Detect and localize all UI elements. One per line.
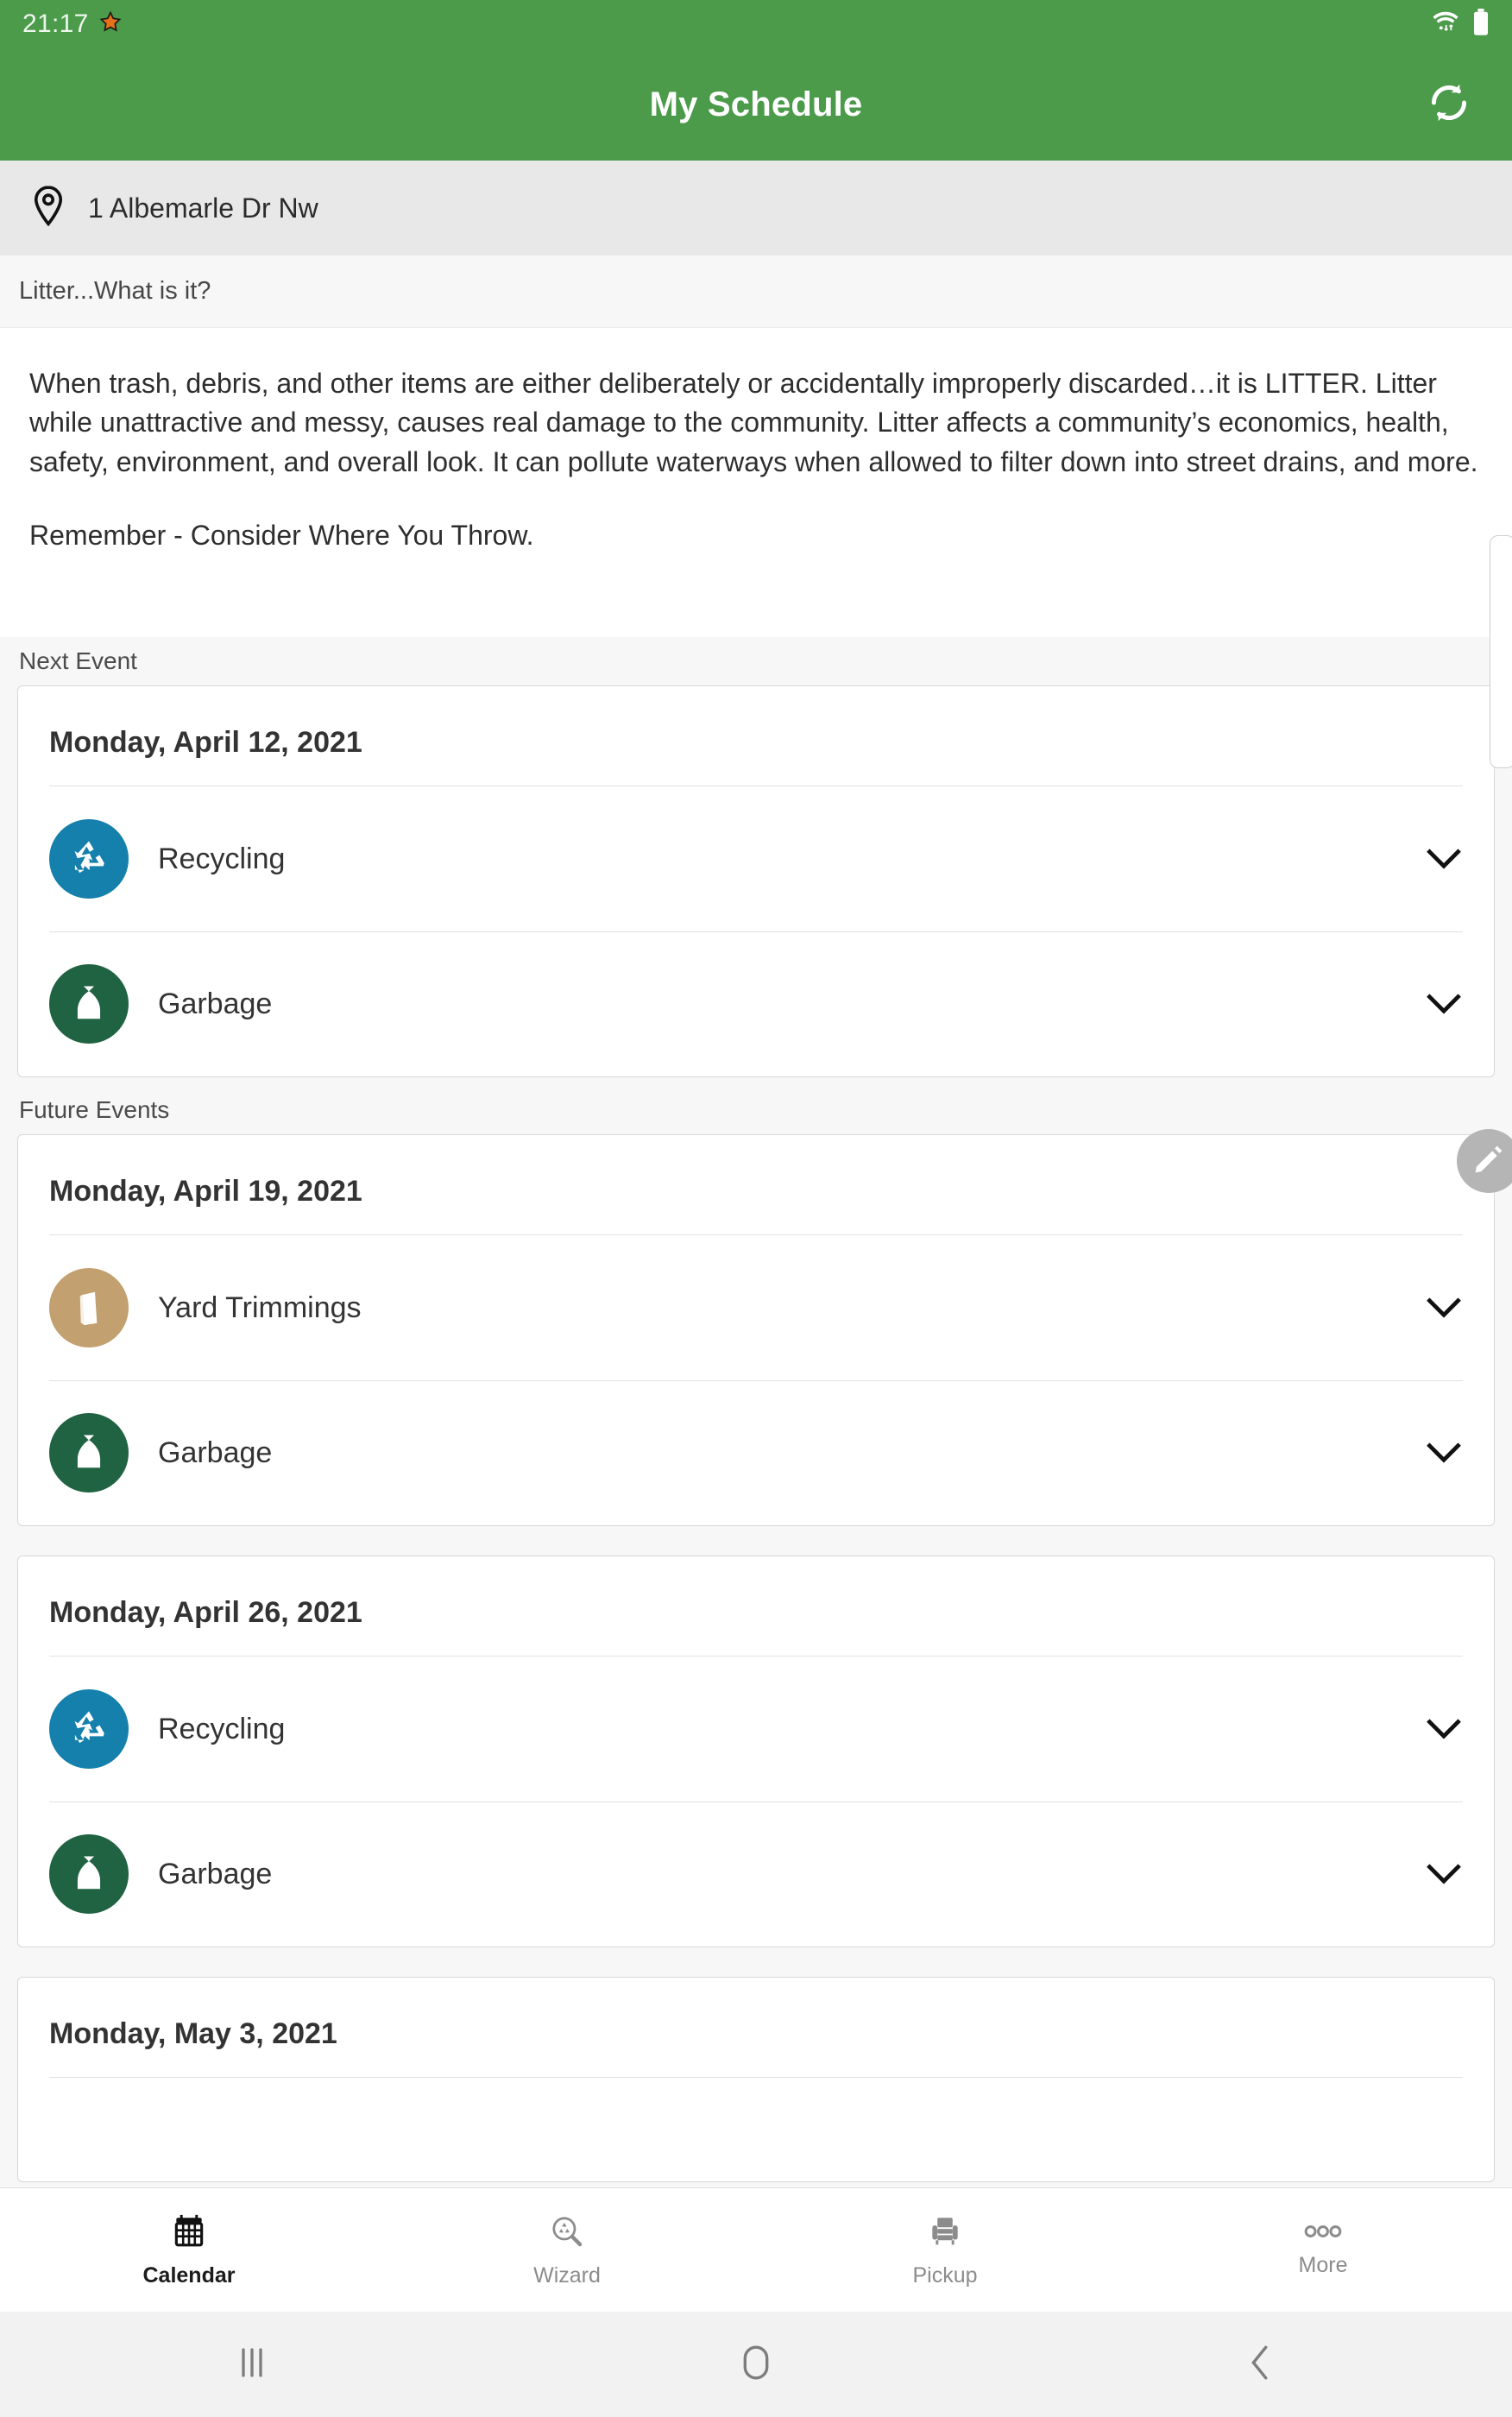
chevron-down-icon[interactable] xyxy=(1425,1861,1463,1887)
status-bar: 21:17 xyxy=(0,0,1512,48)
refresh-button[interactable] xyxy=(1421,76,1477,133)
info-section-body: When trash, debris, and other items are … xyxy=(0,328,1512,637)
event-row-yard-trimmings[interactable]: Yard Trimmings xyxy=(18,1235,1494,1380)
star-icon xyxy=(99,10,122,38)
event-card-clipped-region xyxy=(18,2078,1494,2181)
page-title: My Schedule xyxy=(649,85,863,123)
recents-button[interactable] xyxy=(0,2345,504,2384)
status-bar-left: 21:17 xyxy=(22,9,122,39)
nav-item-calendar[interactable]: Calendar xyxy=(0,2188,378,2312)
chevron-down-icon[interactable] xyxy=(1425,846,1463,872)
info-paragraph: When trash, debris, and other items are … xyxy=(29,368,1478,477)
future-events-label: Future Events xyxy=(0,1086,1512,1134)
recycling-icon xyxy=(49,819,129,899)
recycling-icon xyxy=(49,1689,129,1769)
status-clock: 21:17 xyxy=(22,9,89,38)
address-text: 1 Albemarle Dr Nw xyxy=(88,192,318,224)
nav-item-more[interactable]: More xyxy=(1134,2188,1512,2312)
edit-pencil-icon xyxy=(1471,1142,1506,1181)
battery-icon xyxy=(1472,8,1490,41)
nav-label: Wizard xyxy=(533,2262,601,2288)
scrollbar[interactable] xyxy=(1490,535,1512,768)
divider xyxy=(49,931,1463,932)
event-card-date: Monday, April 12, 2021 xyxy=(49,726,362,759)
garbage-bag-icon xyxy=(49,1834,129,1914)
location-pin-icon xyxy=(29,185,67,232)
system-navigation-bar xyxy=(0,2312,1512,2417)
info-remember-text: Remember - Consider Where You Throw. xyxy=(29,520,534,552)
recycling-search-icon xyxy=(548,2212,586,2255)
armchair-icon xyxy=(926,2212,964,2255)
more-dots-icon xyxy=(1302,2223,1344,2244)
nav-item-pickup[interactable]: Pickup xyxy=(756,2188,1134,2312)
back-button[interactable] xyxy=(1008,2344,1512,2386)
bottom-navigation: Calendar Wizard Pickup More xyxy=(0,2187,1512,2312)
garbage-bag-icon xyxy=(49,964,129,1044)
nav-label: Calendar xyxy=(142,2262,236,2288)
event-row-garbage[interactable]: Garbage xyxy=(18,1380,1494,1525)
event-card[interactable]: Monday, May 3, 2021 xyxy=(17,1977,1495,2182)
event-label: Recycling xyxy=(158,842,286,875)
event-label: Recycling xyxy=(158,1712,286,1745)
event-label: Garbage xyxy=(158,987,273,1020)
chevron-down-icon[interactable] xyxy=(1425,1716,1463,1742)
nav-label: Pickup xyxy=(912,2262,978,2288)
edit-fab-button[interactable] xyxy=(1457,1129,1512,1193)
event-card[interactable]: Monday, April 19, 2021 Yard Trimmings Ga… xyxy=(17,1134,1495,1526)
status-bar-right xyxy=(1431,8,1490,41)
event-row-recycling[interactable]: Recycling xyxy=(18,1657,1494,1802)
events-scroll-area[interactable]: Next Event Monday, April 12, 2021 Recycl… xyxy=(0,637,1512,2191)
chevron-down-icon[interactable] xyxy=(1425,991,1463,1017)
yard-bag-icon xyxy=(49,1268,129,1347)
info-section-header: Litter...What is it? xyxy=(0,256,1512,328)
info-heading: Litter...What is it? xyxy=(19,277,211,305)
refresh-icon xyxy=(1426,79,1472,130)
event-card[interactable]: Monday, April 12, 2021 Recycling Garbage xyxy=(17,685,1495,1077)
recents-icon xyxy=(237,2345,267,2384)
home-button[interactable] xyxy=(504,2344,1008,2386)
divider xyxy=(49,1380,1463,1381)
event-row-garbage[interactable]: Garbage xyxy=(18,931,1494,1076)
event-label: Garbage xyxy=(158,1436,273,1469)
address-bar[interactable]: 1 Albemarle Dr Nw xyxy=(0,161,1512,256)
event-card-date: Monday, May 3, 2021 xyxy=(49,2017,337,2050)
back-icon xyxy=(1247,2344,1273,2386)
wifi-icon xyxy=(1431,9,1460,40)
nav-item-wizard[interactable]: Wizard xyxy=(378,2188,756,2312)
calendar-icon xyxy=(170,2212,208,2255)
next-event-label: Next Event xyxy=(0,637,1512,685)
garbage-bag-icon xyxy=(49,1413,129,1492)
event-label: Garbage xyxy=(158,1857,273,1890)
event-row-recycling[interactable]: Recycling xyxy=(18,786,1494,931)
home-icon xyxy=(741,2344,771,2386)
event-card-date: Monday, April 19, 2021 xyxy=(49,1175,362,1208)
app-screen: 21:17 My Schedule 1 Albemarle Dr Nw Litt… xyxy=(0,0,1512,2417)
event-card[interactable]: Monday, April 26, 2021 Recycling Garbage xyxy=(17,1556,1495,1947)
chevron-down-icon[interactable] xyxy=(1425,1440,1463,1466)
chevron-down-icon[interactable] xyxy=(1425,1295,1463,1321)
event-card-date: Monday, April 26, 2021 xyxy=(49,1596,362,1629)
app-bar: My Schedule xyxy=(0,48,1512,161)
event-row-garbage[interactable]: Garbage xyxy=(18,1802,1494,1947)
event-label: Yard Trimmings xyxy=(158,1291,362,1324)
nav-label: More xyxy=(1298,2252,1348,2277)
